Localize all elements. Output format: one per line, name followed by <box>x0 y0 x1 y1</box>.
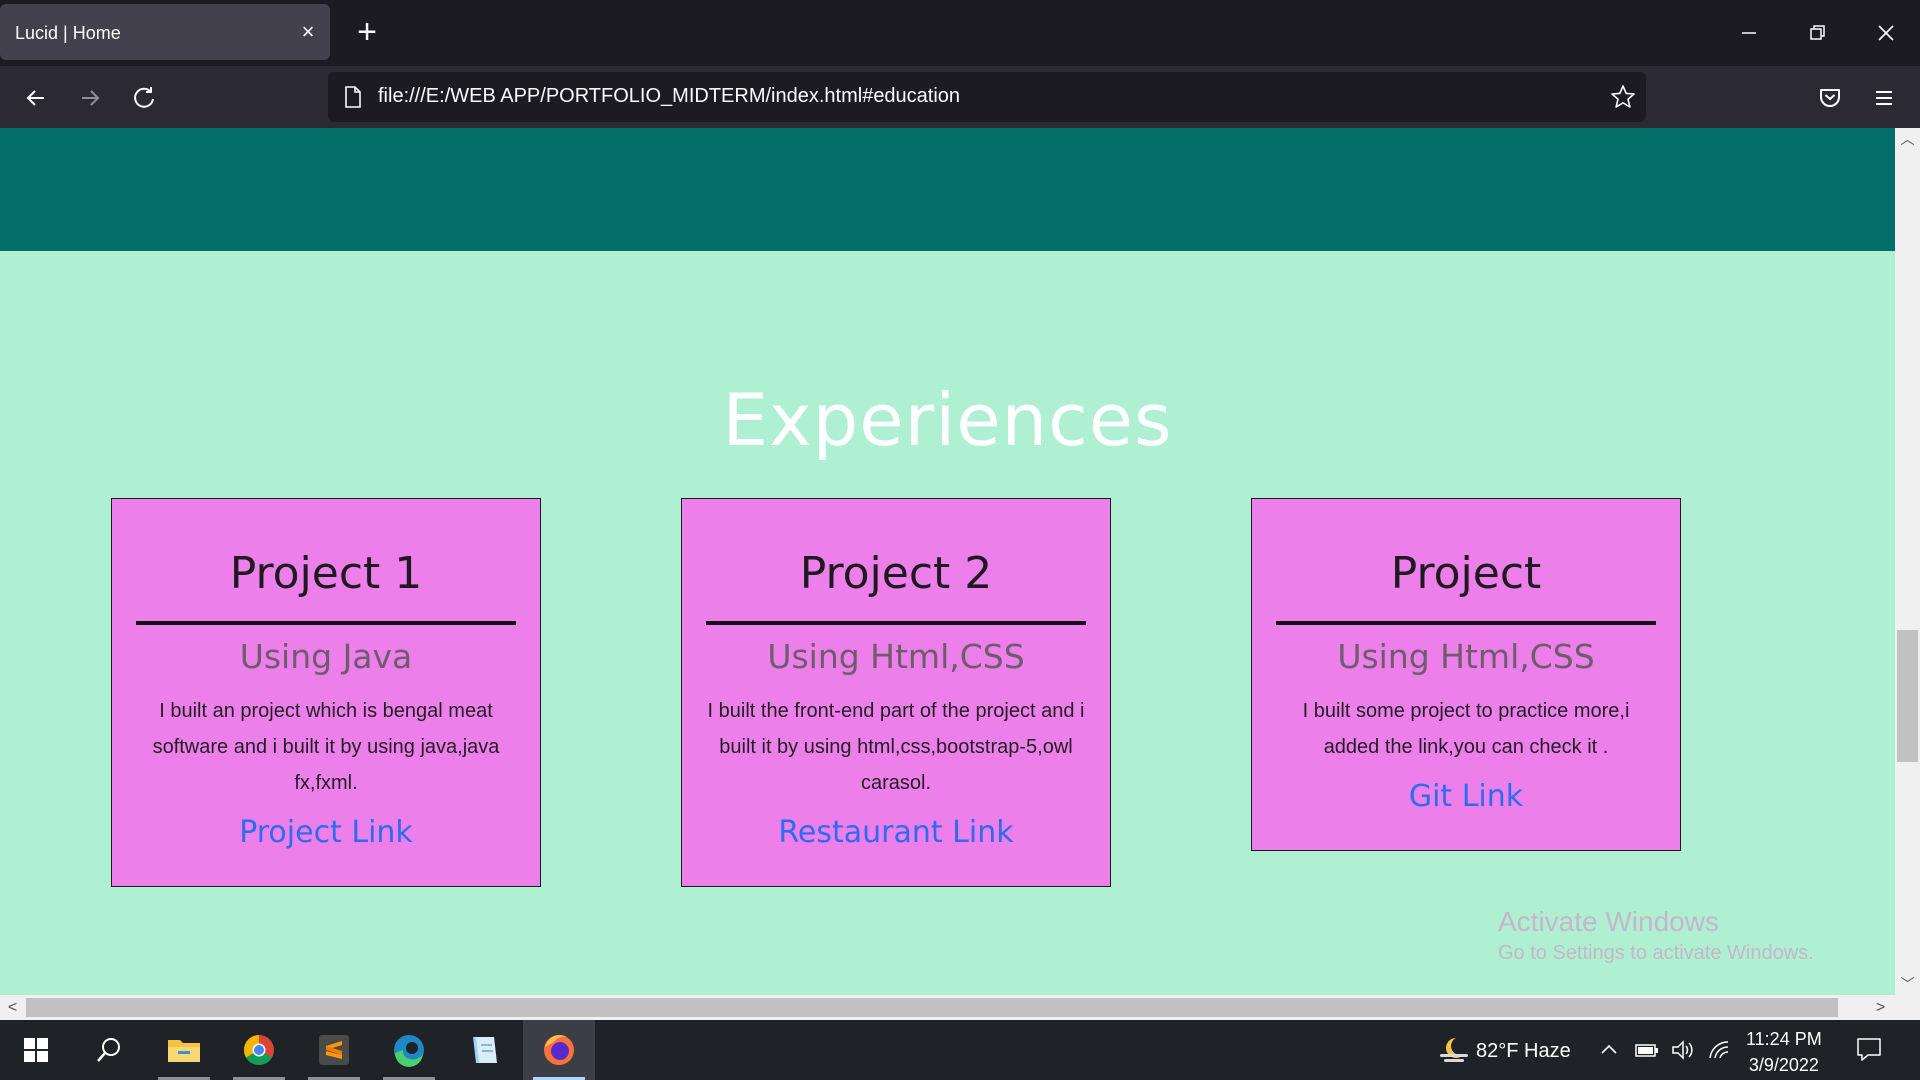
weather-widget[interactable] <box>1428 1020 1472 1080</box>
section-title: Experiences <box>722 378 1173 462</box>
navigation-toolbar: file:///E:/WEB APP/PORTFOLIO_MIDTERM/ind… <box>0 66 1920 128</box>
vertical-scroll-thumb[interactable] <box>1897 630 1918 762</box>
card-description: I built the front-end part of the projec… <box>707 700 1085 794</box>
file-explorer-icon[interactable] <box>148 1020 220 1080</box>
card-subtitle: Using Html,CSS <box>1337 637 1595 676</box>
notepad-icon[interactable] <box>448 1020 520 1080</box>
weather-text[interactable]: 82°F Haze <box>1476 1040 1571 1063</box>
reload-icon[interactable] <box>126 80 162 116</box>
card-title: Project 1 <box>229 548 423 599</box>
tab-title: Lucid | Home <box>15 23 121 43</box>
project-card: Project Using Html,CSS I built some proj… <box>1251 498 1681 851</box>
volume-icon[interactable] <box>1670 1036 1696 1064</box>
system-clock[interactable]: 11:24 PM 3/9/2022 <box>1746 1026 1822 1078</box>
windows-taskbar: 82°F Haze 11:24 PM 3/9/2022 <box>0 1020 1920 1080</box>
battery-icon[interactable] <box>1634 1036 1660 1064</box>
scroll-right-icon[interactable]: > <box>1868 995 1893 1020</box>
project-card: Project 2 Using Html,CSS I built the fro… <box>681 498 1111 887</box>
card-title: Project <box>1390 548 1542 599</box>
card-subtitle: Using Html,CSS <box>767 637 1025 676</box>
clock-time: 11:24 PM <box>1746 1029 1822 1049</box>
browser-tab[interactable]: Lucid | Home × <box>0 4 330 60</box>
close-window-icon[interactable] <box>1864 13 1908 53</box>
horizontal-scroll-thumb[interactable] <box>26 998 1838 1017</box>
watermark-subtitle: Go to Settings to activate Windows. <box>1498 942 1814 964</box>
new-tab-icon[interactable]: + <box>352 14 382 50</box>
card-divider <box>1276 621 1656 625</box>
restaurant-link[interactable]: Restaurant Link <box>706 815 1086 850</box>
clock-date: 3/9/2022 <box>1748 1055 1819 1075</box>
tab-bar: Lucid | Home × + <box>0 0 1920 66</box>
url-text[interactable]: file:///E:/WEB APP/PORTFOLIO_MIDTERM/ind… <box>378 85 960 108</box>
start-icon[interactable] <box>0 1020 72 1080</box>
minimize-icon[interactable] <box>1726 13 1770 53</box>
wifi-icon[interactable] <box>1706 1036 1732 1064</box>
scroll-down-icon[interactable]: ﹀ <box>1895 973 1920 995</box>
search-icon[interactable] <box>72 1020 144 1080</box>
git-link[interactable]: Git Link <box>1276 779 1656 814</box>
card-description: I built some project to practice more,i … <box>1302 700 1630 758</box>
restore-icon[interactable] <box>1795 13 1839 53</box>
activate-windows-watermark: Activate Windows Go to Settings to activ… <box>1498 904 1814 966</box>
project-link[interactable]: Project Link <box>136 815 516 850</box>
card-description: I built an project which is bengal meat … <box>152 700 500 794</box>
forward-arrow-icon[interactable] <box>72 80 108 116</box>
notification-icon[interactable] <box>1854 1034 1884 1064</box>
chrome-icon[interactable] <box>223 1020 295 1080</box>
card-title: Project 2 <box>799 548 993 599</box>
close-tab-icon[interactable]: × <box>296 20 320 44</box>
bookmark-star-icon[interactable] <box>1610 84 1636 110</box>
edge-icon[interactable] <box>373 1020 445 1080</box>
pocket-icon[interactable] <box>1812 80 1848 116</box>
chevron-up-icon[interactable] <box>1596 1036 1622 1064</box>
page-viewport: Experiences Project 1 Using Java I built… <box>0 128 1895 995</box>
card-subtitle: Using Java <box>239 637 413 676</box>
firefox-icon[interactable] <box>523 1020 595 1080</box>
watermark-title: Activate Windows <box>1498 906 1719 937</box>
horizontal-scrollbar[interactable]: < > <box>0 995 1920 1020</box>
page-icon <box>342 85 364 109</box>
card-divider <box>706 621 1086 625</box>
scroll-up-icon[interactable]: ︿ <box>1895 128 1920 150</box>
hamburger-menu-icon[interactable] <box>1866 80 1902 116</box>
sublime-text-icon[interactable] <box>298 1020 370 1080</box>
address-bar[interactable]: file:///E:/WEB APP/PORTFOLIO_MIDTERM/ind… <box>328 72 1646 122</box>
back-arrow-icon[interactable] <box>18 80 54 116</box>
vertical-scrollbar[interactable]: ︿ ﹀ <box>1895 128 1920 995</box>
card-divider <box>136 621 516 625</box>
project-card: Project 1 Using Java I built an project … <box>111 498 541 887</box>
scroll-left-icon[interactable]: < <box>0 995 25 1020</box>
header-band <box>0 128 1895 251</box>
